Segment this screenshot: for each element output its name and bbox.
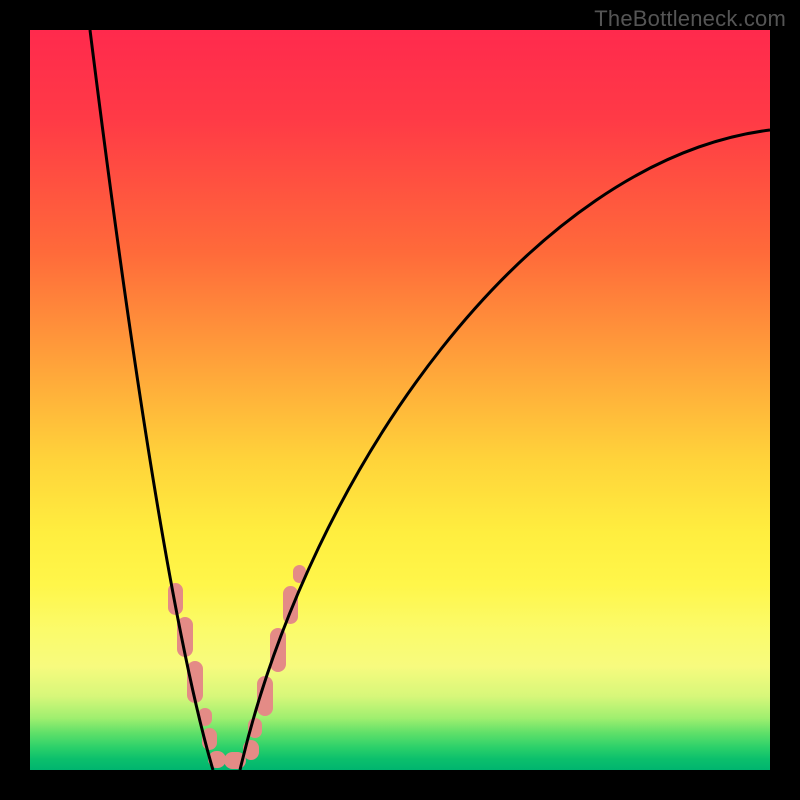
watermark-text: TheBottleneck.com	[594, 6, 786, 32]
chart-frame: TheBottleneck.com	[0, 0, 800, 800]
left-curve	[90, 30, 213, 770]
curve-layer	[30, 30, 770, 770]
plot-area	[30, 30, 770, 770]
right-curve	[240, 130, 770, 770]
